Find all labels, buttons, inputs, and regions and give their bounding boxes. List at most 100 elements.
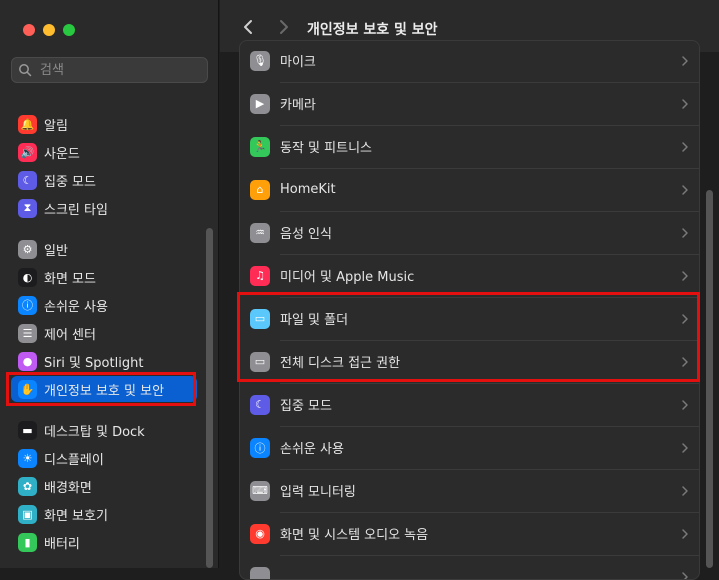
sidebar-item-label: 제어 센터	[44, 324, 96, 343]
music-icon: ♫	[250, 266, 270, 286]
sidebar-item[interactable]: ▮ 배터리	[11, 529, 197, 555]
sidebar-item-label: 배터리	[44, 533, 80, 552]
permission-label: 입력 모니터링	[280, 481, 356, 500]
sidebar-item-label: 손쉬운 사용	[44, 296, 108, 315]
microphone-icon: 🎙	[250, 51, 270, 71]
forward-button[interactable]	[276, 18, 292, 36]
search-field[interactable]	[11, 57, 208, 83]
sidebar-item-label: 집중 모드	[44, 171, 96, 190]
chevron-right-icon	[681, 98, 689, 110]
permission-label: 집중 모드	[280, 395, 332, 414]
permission-label: 화면 및 시스템 오디오 녹음	[280, 524, 428, 543]
hourglass-icon: ⧗	[18, 199, 37, 218]
page-title: 개인정보 보호 및 보안	[307, 19, 438, 39]
chevron-right-icon	[681, 442, 689, 454]
waveform-icon: ♒	[250, 223, 270, 243]
permission-label: 마이크	[280, 51, 316, 70]
fitness-icon: 🏃	[250, 137, 270, 157]
sidebar-item[interactable]: ✿ 배경화면	[11, 473, 197, 499]
bell-icon: 🔔	[18, 115, 37, 134]
sidebar-item-label: 배경화면	[44, 477, 92, 496]
chevron-right-icon	[681, 485, 689, 497]
search-icon	[18, 63, 32, 77]
permission-label: 손쉬운 사용	[280, 438, 344, 457]
chevron-right-icon	[681, 528, 689, 540]
permission-row[interactable]: ☾ 집중 모드	[240, 383, 700, 426]
control-center-icon: ☰	[18, 324, 37, 343]
permission-label: 카메라	[280, 94, 316, 113]
permission-label: 음성 인식	[280, 223, 332, 242]
permission-row[interactable]: ⓘ 손쉬운 사용	[240, 426, 700, 469]
permission-label: 미디어 및 Apple Music	[280, 266, 414, 285]
sidebar: 🔔 알림 🔊 사운드 ☾ 집중 모드 ⧗ 스크린 타임 ⚙ 일반 ◐ 화면 모드 ⓘ 손쉬운 사용 ☰ 제어 …	[0, 0, 219, 568]
chevron-right-icon	[681, 55, 689, 67]
sun-icon: ☀	[18, 449, 37, 468]
home-icon: ⌂	[250, 180, 270, 200]
sidebar-item[interactable]: ⧗ 스크린 타임	[11, 195, 197, 221]
search-input[interactable]	[38, 62, 192, 79]
sidebar-scrollbar[interactable]	[206, 228, 213, 568]
chevron-right-icon	[681, 184, 689, 196]
sidebar-item[interactable]: ⚙ 일반	[11, 236, 197, 262]
sidebar-item-label: 화면 보호기	[44, 505, 108, 524]
permission-row[interactable]: ⌨ 입력 모니터링	[240, 469, 700, 512]
permission-row[interactable]: ◉ 화면 및 시스템 오디오 녹음	[240, 512, 700, 555]
permission-label: HomeKit	[280, 182, 336, 197]
sidebar-item[interactable]: ☰ 제어 센터	[11, 320, 197, 346]
generic-icon	[250, 567, 270, 580]
appearance-icon: ◐	[18, 268, 37, 287]
back-button[interactable]	[240, 18, 256, 36]
flower-icon: ✿	[18, 477, 37, 496]
accessibility-icon: ⓘ	[18, 296, 37, 315]
siri-icon: ●	[18, 352, 37, 371]
sidebar-item-label: 알림	[44, 115, 68, 134]
minimize-button[interactable]	[43, 24, 55, 36]
permission-row[interactable]: ▶ 카메라	[240, 82, 700, 125]
moon-icon: ☾	[250, 395, 270, 415]
sidebar-item[interactable]: ☀ 디스플레이	[11, 445, 197, 471]
window-controls	[23, 24, 75, 36]
chevron-right-icon	[681, 270, 689, 282]
sidebar-item-label: 일반	[44, 240, 68, 259]
chevron-right-icon	[681, 227, 689, 239]
camera-icon: ▶	[250, 94, 270, 114]
sidebar-item[interactable]: ◐ 화면 모드	[11, 264, 197, 290]
accessibility-icon: ⓘ	[250, 438, 270, 458]
permission-row[interactable]: ♒ 음성 인식	[240, 211, 700, 254]
sidebar-item[interactable]: 🔔 알림	[11, 111, 197, 137]
sidebar-item-label: 데스크탑 및 Dock	[44, 421, 145, 440]
permission-row[interactable]: 🏃 동작 및 피트니스	[240, 125, 700, 168]
close-button[interactable]	[23, 24, 35, 36]
sidebar-item-label: 사운드	[44, 143, 80, 162]
chevron-right-icon	[681, 141, 689, 153]
permission-row[interactable]: 🎙 마이크	[240, 40, 700, 82]
sidebar-item-label: 디스플레이	[44, 449, 104, 468]
sidebar-item[interactable]: 🔊 사운드	[11, 139, 197, 165]
permission-row[interactable]: ♫ 미디어 및 Apple Music	[240, 254, 700, 297]
sidebar-item[interactable]: ▣ 화면 보호기	[11, 501, 197, 527]
sidebar-item[interactable]: ⓘ 손쉬운 사용	[11, 292, 197, 318]
screensaver-icon: ▣	[18, 505, 37, 524]
dock-icon: ▬	[18, 421, 37, 440]
sidebar-item[interactable]: ● Siri 및 Spotlight	[11, 348, 197, 374]
chevron-right-icon	[681, 571, 689, 580]
permission-label: 동작 및 피트니스	[280, 137, 372, 156]
keyboard-icon: ⌨	[250, 481, 270, 501]
sidebar-item-label: Siri 및 Spotlight	[44, 352, 143, 371]
sidebar-item-label: 화면 모드	[44, 268, 96, 287]
sidebar-item[interactable]: ▬ 데스크탑 및 Dock	[11, 417, 197, 443]
record-icon: ◉	[250, 524, 270, 544]
main-content: 개인정보 보호 및 보안 🎙 마이크 ▶ 카메라 🏃 동작 및 피트니스 ⌂ HomeKit ♒…	[220, 0, 719, 568]
annotation-highlight-main	[237, 292, 700, 382]
annotation-highlight-sidebar	[6, 372, 196, 406]
sidebar-item[interactable]: ☾ 집중 모드	[11, 167, 197, 193]
chevron-right-icon	[681, 399, 689, 411]
main-scrollbar[interactable]	[706, 190, 713, 568]
zoom-button[interactable]	[63, 24, 75, 36]
battery-icon: ▮	[18, 533, 37, 552]
sidebar-item-label: 스크린 타임	[44, 199, 108, 218]
gear-icon: ⚙	[18, 240, 37, 259]
permission-row[interactable]: ⌂ HomeKit	[240, 168, 700, 211]
speaker-icon: 🔊	[18, 143, 37, 162]
moon-icon: ☾	[18, 171, 37, 190]
